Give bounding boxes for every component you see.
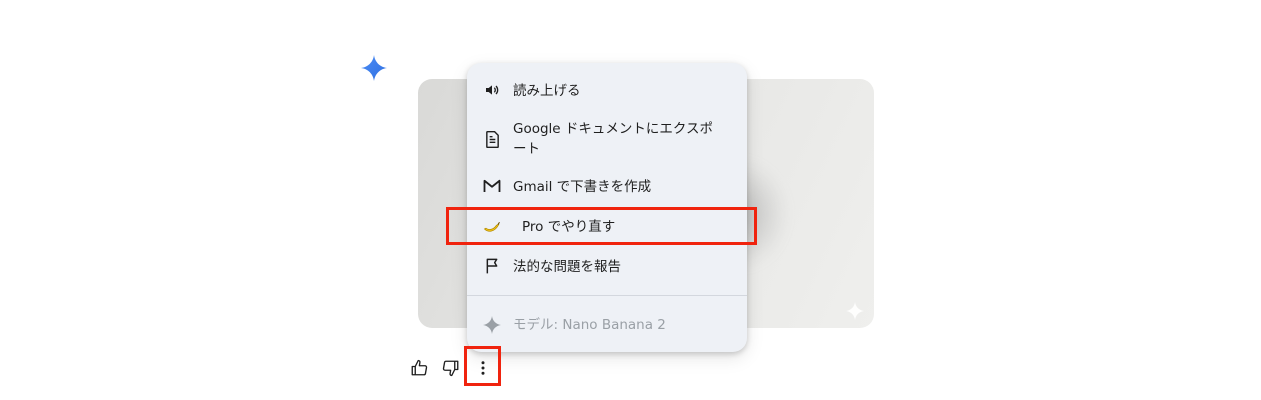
gmail-icon (483, 177, 501, 195)
menu-item-export-docs[interactable]: Google ドキュメントにエクスポート (467, 119, 747, 159)
thumb-down-icon (442, 360, 459, 377)
menu-item-label: Gmail で下書きを作成 (513, 179, 652, 195)
speaker-icon (483, 81, 501, 99)
menu-item-label: 法的な問題を報告 (513, 259, 621, 275)
gemini-sparkle-icon (361, 55, 387, 81)
thumb-up-button[interactable] (408, 357, 430, 379)
menu-item-label: 読み上げる (513, 83, 581, 99)
menu-item-report-legal[interactable]: 法的な問題を報告 (467, 256, 747, 278)
model-label: モデル: Nano Banana 2 (513, 317, 666, 333)
chat-response-area: 読み上げる Google ドキュメントにエクスポート Gmail で下書きを作成… (0, 0, 1261, 400)
highlight-box-more (464, 346, 501, 386)
sparkle-icon (483, 316, 501, 334)
menu-divider (467, 295, 747, 296)
document-icon (483, 130, 501, 148)
thumb-up-icon (411, 359, 428, 376)
flag-icon (483, 257, 501, 275)
menu-item-label: Google ドキュメントにエクスポート (513, 121, 713, 157)
ai-watermark-icon (846, 302, 864, 320)
model-info: モデル: Nano Banana 2 (467, 314, 747, 336)
thumb-down-button[interactable] (440, 357, 462, 379)
highlight-box-pro (446, 207, 757, 245)
menu-item-read-aloud[interactable]: 読み上げる (467, 80, 747, 102)
menu-item-gmail-draft[interactable]: Gmail で下書きを作成 (467, 176, 747, 198)
